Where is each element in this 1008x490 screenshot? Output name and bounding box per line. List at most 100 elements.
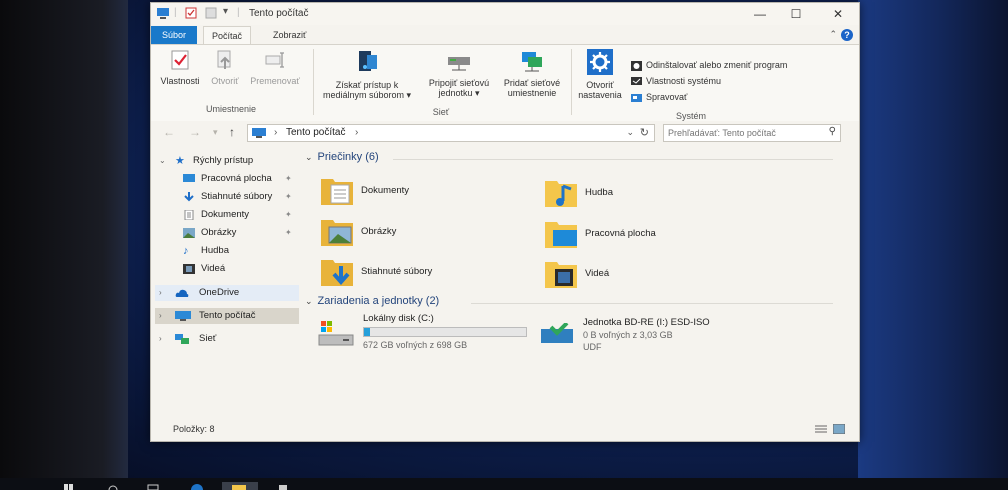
computer-icon: [252, 128, 266, 138]
properties-icon: [171, 50, 189, 70]
access-media-button[interactable]: Získať prístup k mediálnym súborom ▾: [317, 49, 417, 100]
search-icon[interactable]: [104, 482, 122, 490]
pictures-icon: [183, 228, 195, 238]
taskbar: [0, 478, 1008, 490]
pin-icon: ✦: [285, 174, 292, 183]
properties-button[interactable]: Vlastnosti: [157, 49, 203, 86]
status-bar: Položky: 8: [151, 419, 859, 441]
recent-locations-button[interactable]: ▾: [213, 127, 218, 138]
network-location-icon: [522, 52, 542, 72]
open-settings-button[interactable]: Otvoriť nastavenia: [574, 49, 626, 100]
help-icon[interactable]: ?: [841, 29, 853, 41]
file-explorer-taskbar-icon[interactable]: [222, 482, 258, 490]
ribbon-tabs: Súbor Počítač Zobraziť ⌃ ?: [151, 26, 859, 45]
maximize-button[interactable]: ☐: [779, 5, 813, 23]
drive-c-usage-bar: [363, 327, 527, 337]
download-icon: [184, 192, 194, 202]
pin-icon: ✦: [285, 210, 292, 219]
nav-item-documents[interactable]: Dokumenty ✦: [155, 207, 299, 223]
new-folder-quick-icon[interactable]: [205, 7, 217, 19]
customize-toolbar-icon[interactable]: ▾: [223, 6, 228, 17]
onedrive-cloud-icon: [175, 289, 189, 297]
address-row: ← → ▾ ↑ › Tento počítač › ⌄ ↻ ⚲: [151, 121, 859, 143]
system-properties-icon: [631, 76, 642, 85]
tab-file[interactable]: Súbor: [151, 26, 197, 44]
breadcrumb-this-pc[interactable]: Tento počítač: [286, 127, 345, 138]
window-title: Tento počítač: [249, 8, 309, 19]
navigation-pane: ⌄ ★ Rýchly prístup Pracovná plocha ✦ Sti…: [151, 145, 301, 415]
open-button[interactable]: Otvoriť: [206, 49, 244, 86]
tab-computer[interactable]: Počítač: [203, 26, 252, 45]
nav-quick-access[interactable]: ⌄ ★ Rýchly prístup: [155, 153, 299, 169]
address-bar[interactable]: › Tento počítač › ⌄ ↻: [247, 124, 655, 142]
chevron-right-icon[interactable]: ›: [159, 331, 162, 347]
folder-downloads[interactable]: Stiahnuté súbory: [321, 256, 501, 288]
section-header-devices[interactable]: ⌄ Zariadenia a jednotky (2): [305, 295, 439, 307]
folder-videos[interactable]: Videá: [545, 258, 725, 290]
nav-item-downloads[interactable]: Stiahnuté súbory ✦: [155, 189, 299, 205]
chevron-down-icon[interactable]: ⌄: [159, 153, 166, 169]
nav-item-music[interactable]: ♪ Hudba: [155, 243, 299, 259]
map-network-drive-button[interactable]: Pripojiť sieťovú jednotku ▾: [421, 49, 497, 98]
rename-button[interactable]: Premenovať: [245, 49, 305, 86]
details-view-icon[interactable]: [815, 424, 827, 434]
back-button[interactable]: ←: [163, 125, 175, 139]
properties-quick-icon[interactable]: [185, 7, 197, 19]
up-button[interactable]: ↑: [229, 125, 235, 139]
task-view-icon[interactable]: [144, 482, 162, 490]
title-bar: | ▾ | Tento počítač — ☐ ✕: [151, 3, 859, 25]
add-network-location-button[interactable]: Pridať sieťové umiestnenie: [497, 49, 567, 98]
network-drive-icon: [448, 57, 470, 71]
uninstall-program-button[interactable]: Odinštalovať alebo zmeniť program: [631, 58, 787, 72]
item-count: Položky: 8: [173, 424, 215, 434]
folder-documents[interactable]: Dokumenty: [321, 175, 501, 207]
nav-this-pc[interactable]: › Tento počítač: [155, 308, 299, 324]
chevron-down-icon: ⌄: [305, 152, 313, 162]
chevron-right-icon[interactable]: ›: [159, 285, 162, 301]
file-explorer-window: | ▾ | Tento počítač — ☐ ✕ Súbor Počítač …: [150, 2, 860, 442]
search-input[interactable]: [668, 126, 813, 139]
folder-desktop[interactable]: Pracovná plocha: [545, 218, 725, 250]
media-server-icon: [359, 51, 377, 71]
chevron-right-icon[interactable]: ›: [159, 308, 162, 324]
group-label-location: Umiestnenie: [205, 104, 257, 114]
collapse-ribbon-icon[interactable]: ⌃: [829, 29, 837, 40]
refresh-icon[interactable]: ↻: [640, 126, 649, 139]
close-button[interactable]: ✕: [821, 5, 855, 23]
drive-c-space: 672 GB voľných z 698 GB: [363, 340, 468, 350]
drive-c-name: Lokálny disk (C:): [363, 313, 434, 324]
nav-item-videos[interactable]: Videá: [155, 261, 299, 277]
star-icon: ★: [175, 155, 185, 167]
breadcrumb-separator[interactable]: ›: [355, 127, 358, 138]
drive-i-name: Jednotka BD-RE (I:) ESD-ISO: [583, 317, 710, 328]
desktop-folder-icon: [545, 222, 577, 248]
nav-item-desktop[interactable]: Pracovná plocha ✦: [155, 171, 299, 187]
forward-button[interactable]: →: [189, 125, 201, 139]
documents-icon: [184, 210, 194, 220]
tab-view[interactable]: Zobraziť: [265, 26, 314, 44]
folder-pictures[interactable]: Obrázky: [321, 216, 501, 248]
nav-onedrive[interactable]: › OneDrive: [155, 285, 299, 301]
address-dropdown-icon[interactable]: ⌄: [626, 127, 634, 138]
nav-network[interactable]: › Sieť: [155, 331, 299, 347]
system-properties-button[interactable]: Vlastnosti systému: [631, 74, 721, 88]
search-box[interactable]: ⚲: [663, 124, 841, 142]
start-windows-icon[interactable]: [60, 482, 78, 490]
minimize-button[interactable]: —: [743, 5, 777, 23]
edge-browser-icon[interactable]: [188, 482, 206, 490]
nav-item-pictures[interactable]: Obrázky ✦: [155, 225, 299, 241]
music-icon: ♪: [183, 245, 189, 257]
drive-c-usage-fill: [364, 328, 371, 336]
documents-folder-icon: [321, 179, 353, 205]
manage-button[interactable]: Spravovať: [631, 90, 687, 104]
videos-icon: [183, 264, 195, 274]
folder-music[interactable]: Hudba: [545, 177, 725, 209]
store-icon[interactable]: [274, 482, 292, 490]
monitor-bezel-left: [0, 0, 128, 490]
music-folder-icon: [545, 181, 577, 207]
section-header-folders[interactable]: ⌄ Priečinky (6): [305, 151, 379, 163]
chevron-down-icon: ⌄: [305, 296, 313, 306]
large-icons-view-icon[interactable]: [833, 424, 845, 434]
videos-folder-icon: [545, 262, 577, 288]
breadcrumb-separator: ›: [274, 127, 278, 138]
